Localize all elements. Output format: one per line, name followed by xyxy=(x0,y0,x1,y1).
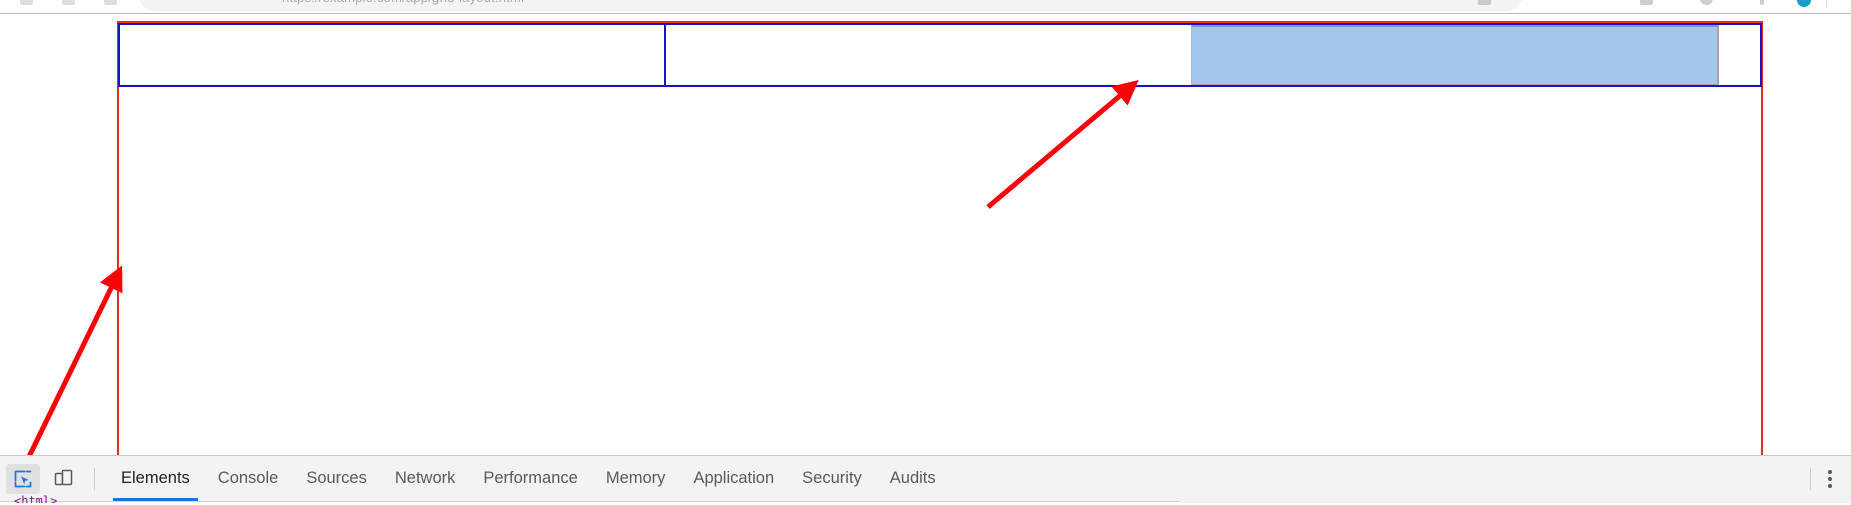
profile-badge-icon[interactable] xyxy=(1797,0,1811,7)
tab-sources[interactable]: Sources xyxy=(292,456,381,501)
chrome-toolbar-divider xyxy=(1826,0,1827,8)
cell-one[interactable] xyxy=(120,25,666,85)
devtools-toolbar-right xyxy=(1810,456,1851,501)
inspect-cursor-icon xyxy=(14,470,32,487)
tab-network[interactable]: Network xyxy=(381,456,470,501)
selected-element-highlight[interactable] xyxy=(1191,25,1719,85)
toolbar-divider-right xyxy=(1810,467,1811,490)
kebab-menu-icon[interactable] xyxy=(1760,0,1764,5)
tab-elements[interactable]: Elements xyxy=(107,456,204,501)
kebab-dot xyxy=(1828,469,1832,474)
tab-application[interactable]: Application xyxy=(679,456,788,501)
tab-audits[interactable]: Audits xyxy=(876,456,950,501)
tab-security[interactable]: Security xyxy=(788,456,876,501)
inspect-element-button[interactable] xyxy=(6,463,40,494)
toolbar-divider xyxy=(94,467,95,490)
kebab-dot xyxy=(1828,476,1832,481)
back-arrow-icon[interactable] xyxy=(20,0,33,5)
forward-arrow-icon[interactable] xyxy=(62,0,75,5)
extension-puzzle-icon[interactable] xyxy=(1640,0,1653,5)
browser-chrome-strip: https://example.com/app/grid-layout.html xyxy=(0,0,1851,14)
tab-console[interactable]: Console xyxy=(204,456,293,501)
kebab-dot xyxy=(1828,483,1832,488)
reload-icon[interactable] xyxy=(104,0,117,5)
toggle-device-toolbar-button[interactable] xyxy=(46,464,80,494)
star-icon[interactable] xyxy=(1478,0,1491,5)
page-viewport[interactable] xyxy=(0,14,1851,455)
tab-memory[interactable]: Memory xyxy=(592,456,680,501)
devtools-panel: Elements Console Sources Network Perform… xyxy=(0,455,1851,505)
dom-tree-peek[interactable]: <html> xyxy=(14,494,57,503)
tab-performance[interactable]: Performance xyxy=(469,456,591,501)
profile-avatar-icon[interactable] xyxy=(1700,0,1713,5)
omnibox-url-text: https://example.com/app/grid-layout.html xyxy=(282,0,524,5)
cell-two[interactable] xyxy=(666,25,1193,85)
devtools-sidebar-edge xyxy=(1180,499,1851,503)
more-options-kebab-icon[interactable] xyxy=(1819,464,1841,494)
devtools-toolbar: Elements Console Sources Network Perform… xyxy=(0,456,1851,501)
device-toolbar-icon xyxy=(54,469,72,486)
